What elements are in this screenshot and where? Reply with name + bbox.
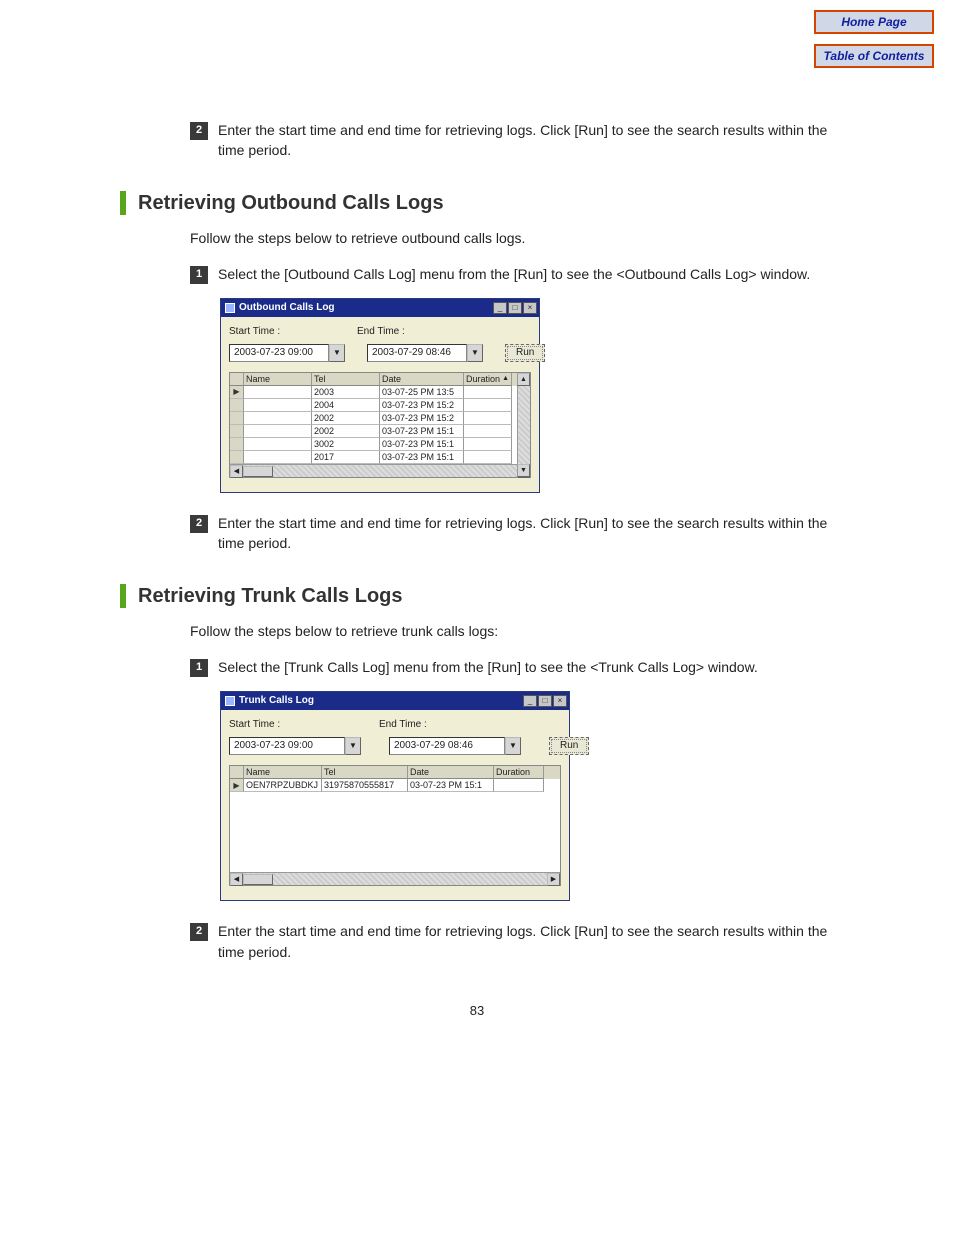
horizontal-scrollbar[interactable]: ◀ ▶ [230, 464, 530, 477]
start-time-label: Start Time : [229, 325, 357, 340]
step-text: Enter the start time and end time for re… [218, 513, 854, 554]
section-title-trunk: Retrieving Trunk Calls Logs [120, 582, 854, 611]
section-intro: Follow the steps below to retrieve trunk… [190, 621, 854, 641]
col-tel[interactable]: Tel [312, 373, 380, 386]
grid-empty-area [230, 792, 560, 872]
end-time-value[interactable]: 2003-07-29 08:46 [367, 344, 467, 362]
step-text: Enter the start time and end time for re… [218, 921, 854, 962]
home-page-link[interactable]: Home Page [814, 10, 934, 34]
col-name[interactable]: Name [244, 766, 322, 779]
grid-row[interactable]: ▶ OEN7RPZUBDKJ 31975870555817 03-07-23 P… [230, 779, 560, 792]
col-tel[interactable]: Tel [322, 766, 408, 779]
end-time-field[interactable]: 2003-07-29 08:46 ▼ [367, 344, 483, 362]
window-icon [225, 303, 235, 313]
dropdown-icon[interactable]: ▼ [467, 344, 483, 362]
start-time-label: Start Time : [229, 718, 379, 733]
window-icon [225, 696, 235, 706]
end-time-value[interactable]: 2003-07-29 08:46 [389, 737, 505, 755]
start-time-field[interactable]: 2003-07-23 09:00 ▼ [229, 737, 361, 755]
results-grid: Name Tel Date Duration ▶ OEN7RPZUBDKJ 31… [229, 765, 561, 886]
step-row: 1 Select the [Outbound Calls Log] menu f… [190, 264, 854, 284]
row-pointer-icon: ▶ [233, 780, 239, 792]
start-time-field[interactable]: 2003-07-23 09:00 ▼ [229, 344, 345, 362]
scroll-right-icon[interactable]: ▶ [547, 873, 560, 886]
start-time-value[interactable]: 2003-07-23 09:00 [229, 344, 329, 362]
step-row: 2 Enter the start time and end time for … [190, 921, 854, 962]
step-text: Select the [Trunk Calls Log] menu from t… [218, 657, 854, 677]
grid-row[interactable]: 2017 03-07-23 PM 15:1 [230, 451, 530, 464]
scroll-thumb[interactable] [243, 466, 273, 477]
end-time-label: End Time : [357, 325, 485, 340]
run-button[interactable]: Run [505, 344, 545, 363]
close-button[interactable]: × [553, 695, 567, 707]
step-row: 2 Enter the start time and end time for … [190, 120, 854, 161]
trunk-calls-log-window: Trunk Calls Log _ □ × Start Time : End T… [220, 691, 570, 901]
end-time-label: End Time : [379, 718, 529, 733]
grid-header: Name Tel Date Duration▲ [230, 373, 530, 386]
dropdown-icon[interactable]: ▼ [345, 737, 361, 755]
page-number: 83 [100, 1002, 854, 1021]
step-row: 1 Select the [Trunk Calls Log] menu from… [190, 657, 854, 677]
heading: Retrieving Outbound Calls Logs [138, 189, 444, 218]
col-duration[interactable]: Duration [494, 766, 544, 779]
col-date[interactable]: Date [408, 766, 494, 779]
scroll-left-icon[interactable]: ◀ [230, 873, 243, 886]
grid-row[interactable]: 2004 03-07-23 PM 15:2 [230, 399, 530, 412]
section-intro: Follow the steps below to retrieve outbo… [190, 228, 854, 248]
window-titlebar: Trunk Calls Log _ □ × [221, 692, 569, 710]
horizontal-scrollbar[interactable]: ◀ ▶ [230, 872, 560, 885]
minimize-button[interactable]: _ [493, 302, 507, 314]
col-duration[interactable]: Duration▲ [464, 373, 512, 386]
dropdown-icon[interactable]: ▼ [505, 737, 521, 755]
run-button[interactable]: Run [549, 737, 589, 756]
row-pointer-icon: ▶ [233, 386, 239, 398]
grid-header: Name Tel Date Duration [230, 766, 560, 779]
grid-row[interactable]: 2002 03-07-23 PM 15:1 [230, 425, 530, 438]
step-number: 2 [190, 923, 208, 941]
grid-row[interactable]: 3002 03-07-23 PM 15:1 [230, 438, 530, 451]
results-grid: Name Tel Date Duration▲ ▶ 2003 03-07-25 … [229, 372, 531, 478]
toc-link[interactable]: Table of Contents [814, 44, 934, 68]
section-title-outbound: Retrieving Outbound Calls Logs [120, 189, 854, 218]
step-text: Enter the start time and end time for re… [218, 120, 854, 161]
col-name[interactable]: Name [244, 373, 312, 386]
section-marker-icon [120, 191, 126, 215]
scroll-up-icon[interactable]: ▲ [517, 373, 530, 386]
col-date[interactable]: Date [380, 373, 464, 386]
vertical-scrollbar[interactable]: ▲ ▼ [517, 386, 530, 464]
close-button[interactable]: × [523, 302, 537, 314]
maximize-button[interactable]: □ [538, 695, 552, 707]
scroll-thumb[interactable] [243, 874, 273, 885]
grid-row[interactable]: ▶ 2003 03-07-25 PM 13:5 [230, 386, 530, 399]
step-number: 1 [190, 266, 208, 284]
outbound-calls-log-window: Outbound Calls Log _ □ × Start Time : En… [220, 298, 540, 493]
scroll-left-icon[interactable]: ◀ [230, 465, 243, 478]
step-number: 2 [190, 515, 208, 533]
step-text: Select the [Outbound Calls Log] menu fro… [218, 264, 854, 284]
window-titlebar: Outbound Calls Log _ □ × [221, 299, 539, 317]
sort-asc-icon: ▲ [502, 374, 509, 384]
heading: Retrieving Trunk Calls Logs [138, 582, 403, 611]
window-title: Outbound Calls Log [239, 301, 335, 316]
grid-row[interactable]: 2002 03-07-23 PM 15:2 [230, 412, 530, 425]
dropdown-icon[interactable]: ▼ [329, 344, 345, 362]
step-number: 1 [190, 659, 208, 677]
maximize-button[interactable]: □ [508, 302, 522, 314]
start-time-value[interactable]: 2003-07-23 09:00 [229, 737, 345, 755]
end-time-field[interactable]: 2003-07-29 08:46 ▼ [389, 737, 521, 755]
minimize-button[interactable]: _ [523, 695, 537, 707]
page-content: 2 Enter the start time and end time for … [0, 0, 954, 1081]
step-number: 2 [190, 122, 208, 140]
scroll-down-icon[interactable]: ▼ [517, 464, 530, 477]
step-row: 2 Enter the start time and end time for … [190, 513, 854, 554]
section-marker-icon [120, 584, 126, 608]
window-title: Trunk Calls Log [239, 694, 314, 709]
